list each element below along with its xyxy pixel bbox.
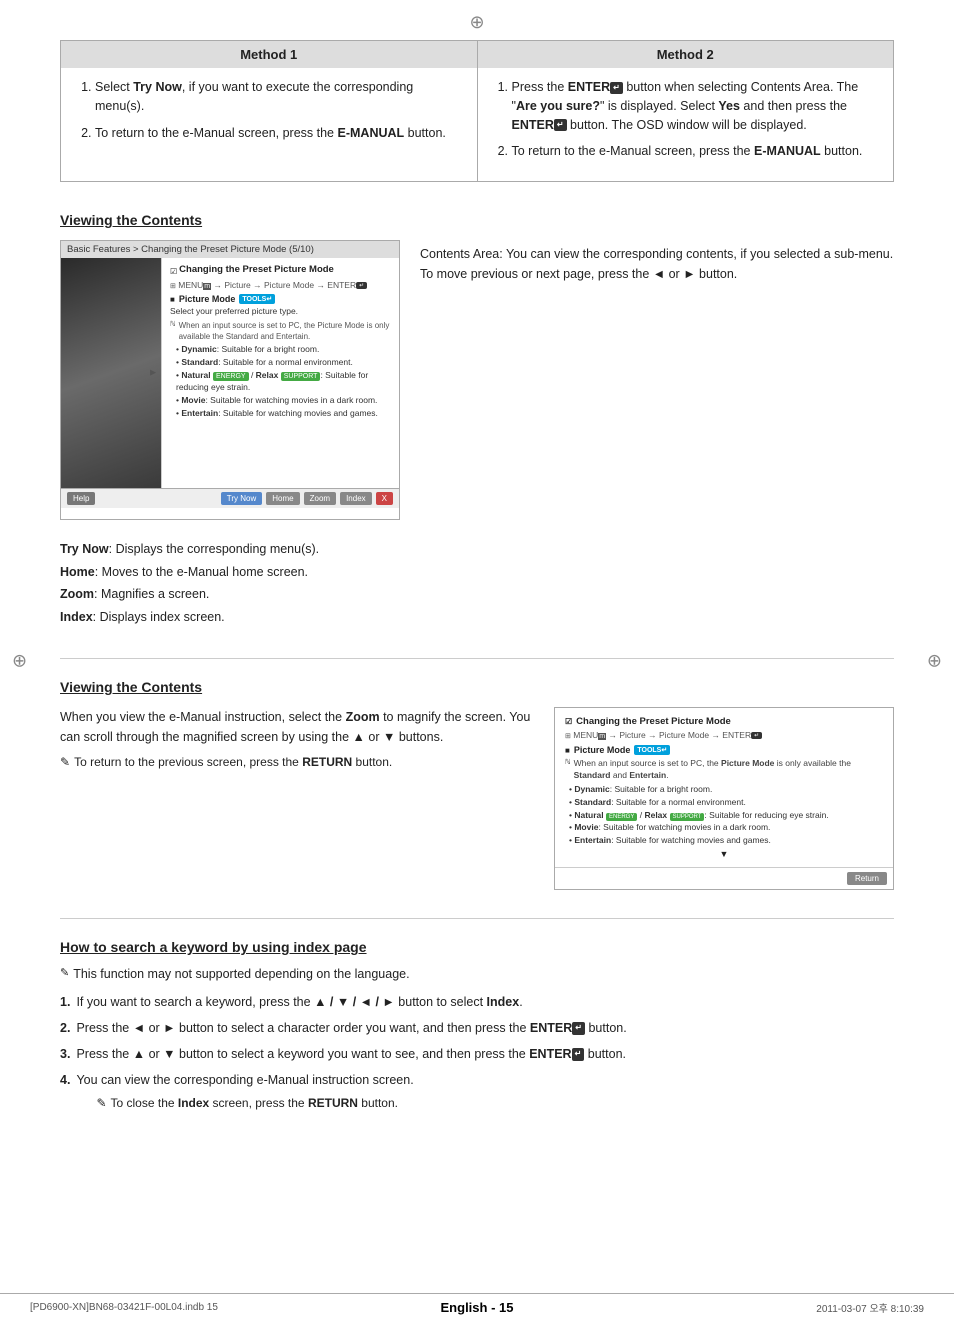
method-2-step-2: To return to the e-Manual screen, press …: [512, 142, 878, 161]
method-2-steps: Press the ENTER↵ button when selecting C…: [494, 78, 878, 161]
viewing-contents-title-1: Viewing the Contents: [60, 212, 894, 228]
emu2-menu-path: ⊞ MENUm → Picture → Picture Mode → ENTER…: [565, 730, 883, 740]
index-note-text: This function may not supported dependin…: [73, 965, 409, 984]
help-button[interactable]: Help: [67, 492, 95, 505]
viewing-contents-section-1: Viewing the Contents Basic Features > Ch…: [60, 212, 894, 628]
try-now-label: Try Now: Displays the corresponding menu…: [60, 538, 400, 561]
method-1-steps: Select Try Now, if you want to execute t…: [77, 78, 461, 142]
home-label: Home: Moves to the e-Manual home screen.: [60, 561, 400, 584]
crosshair-left-icon: ⊕: [12, 650, 27, 671]
crosshair-top-icon: ⊕: [469, 12, 484, 33]
home-button[interactable]: Home: [266, 492, 299, 505]
index-step-2: 2. Press the ◄ or ► button to select a c…: [60, 1018, 894, 1038]
emu-menu-path: ⊞ MENUm → Picture → Picture Mode → ENTER…: [170, 280, 391, 290]
emu2-note: ℕ When an input source is set to PC, the…: [565, 758, 883, 782]
method-2-header: Method 2: [478, 41, 894, 68]
vc2-layout: When you view the e-Manual instruction, …: [60, 707, 894, 890]
method-1-step-2: To return to the e-Manual screen, press …: [95, 124, 461, 143]
index-note: ✎ This function may not supported depend…: [60, 965, 894, 984]
emulator-right-content: ☑ Changing the Preset Picture Mode ⊞ MEN…: [161, 258, 399, 488]
index-search-title: How to search a keyword by using index p…: [60, 939, 894, 955]
emu-bullet-1: • Dynamic: Suitable for a bright room.: [176, 344, 391, 356]
pencil-icon: ✎: [60, 753, 70, 771]
section-divider-2: [60, 918, 894, 919]
method-2-step-1: Press the ENTER↵ button when selecting C…: [512, 78, 878, 134]
emu-select-text: Select your preferred picture type.: [170, 306, 391, 318]
emu2-body: ☑ Changing the Preset Picture Mode ⊞ MEN…: [555, 708, 893, 867]
viewing-contents-title-2: Viewing the Contents: [60, 679, 894, 695]
try-now-labels: Try Now: Displays the corresponding menu…: [60, 538, 400, 628]
return-button[interactable]: Return: [847, 872, 887, 885]
footer-left: [PD6900-XN]BN68-03421F-00L04.indb 15: [30, 1302, 328, 1313]
emu-bullet-2: • Standard: Suitable for a normal enviro…: [176, 357, 391, 369]
emu-bullet-3: • Natural ENERGY / Relax SUPPORT: Suitab…: [176, 370, 391, 394]
methods-table: Method 1 Select Try Now, if you want to …: [60, 40, 894, 182]
emulator-container: Basic Features > Changing the Preset Pic…: [60, 240, 400, 628]
index-step-4-text: You can view the corresponding e-Manual …: [76, 1070, 413, 1090]
emu2-badge: TOOLS↵: [634, 745, 670, 755]
index-search-section: How to search a keyword by using index p…: [60, 939, 894, 1112]
emu-badge: TOOLS↵: [239, 294, 275, 304]
viewing-contents-layout-1: Basic Features > Changing the Preset Pic…: [60, 240, 894, 628]
section-divider-1: [60, 658, 894, 659]
index-sub-note: ✎ To close the Index screen, press the R…: [96, 1094, 413, 1112]
method-1-header: Method 1: [61, 41, 477, 68]
vc2-note-text: To return to the previous screen, press …: [74, 753, 392, 771]
index-pencil-icon: ✎: [60, 965, 69, 984]
index-step-3: 3. Press the ▲ or ▼ button to select a k…: [60, 1044, 894, 1064]
zoom-button[interactable]: Zoom: [304, 492, 336, 505]
vc2-text: When you view the e-Manual instruction, …: [60, 707, 534, 771]
page-footer: [PD6900-XN]BN68-03421F-00L04.indb 15 Eng…: [0, 1293, 954, 1321]
emu-note-text: When an input source is set to PC, the P…: [179, 320, 391, 342]
emu2-arrow-down: ▼: [565, 849, 883, 859]
emulator-bottom-bar: Help Try Now Home Zoom Index X: [61, 488, 399, 508]
emu-bullet-5: • Entertain: Suitable for watching movie…: [176, 408, 391, 420]
footer-center: English - 15: [328, 1300, 626, 1315]
method-1-column: Method 1 Select Try Now, if you want to …: [61, 41, 478, 181]
try-now-button[interactable]: Try Now: [221, 492, 262, 505]
close-button[interactable]: X: [376, 492, 393, 505]
method-1-step-1: Select Try Now, if you want to execute t…: [95, 78, 461, 116]
emulator-image-inner: [61, 258, 161, 488]
emu2-title: ☑ Changing the Preset Picture Mode: [565, 716, 883, 727]
index-sub-pencil-icon: ✎: [96, 1094, 106, 1112]
index-label: Index: Displays index screen.: [60, 606, 400, 629]
contents-description: Contents Area: You can view the correspo…: [420, 240, 894, 284]
emu2-bottom: Return: [555, 867, 893, 889]
emu2-section: ■ Picture Mode TOOLS↵: [565, 745, 883, 755]
emu2-bullet-2: • Standard: Suitable for a normal enviro…: [569, 797, 883, 809]
emulator-body: ► ☑ Changing the Preset Picture Mode ⊞ M…: [61, 258, 399, 488]
index-step-4: 4. You can view the corresponding e-Manu…: [60, 1070, 894, 1112]
emu2-bullet-3: • Natural ENERGY / Relax SUPPORT: Suitab…: [569, 810, 883, 822]
index-steps: 1. If you want to search a keyword, pres…: [60, 992, 894, 1112]
emulator-topbar: Basic Features > Changing the Preset Pic…: [61, 241, 399, 258]
emu2-bullet-5: • Entertain: Suitable for watching movie…: [569, 835, 883, 847]
emulator-box-1: Basic Features > Changing the Preset Pic…: [60, 240, 400, 520]
emu-bullet-4: • Movie: Suitable for watching movies in…: [176, 395, 391, 407]
vc2-para-1: When you view the e-Manual instruction, …: [60, 707, 534, 747]
emu-section-label: Picture Mode: [179, 294, 236, 304]
page-wrapper: ⊕ ⊕ ⊕ Method 1 Select Try Now, if you wa…: [0, 0, 954, 1321]
emu-title: Changing the Preset Picture Mode: [179, 264, 334, 275]
contents-description-text: Contents Area: You can view the correspo…: [420, 247, 893, 281]
emulator-box-2: ☑ Changing the Preset Picture Mode ⊞ MEN…: [554, 707, 894, 890]
footer-right: 2011-03-07 오후 8:10:39: [626, 1300, 924, 1315]
zoom-label: Zoom: Magnifies a screen.: [60, 583, 400, 606]
index-button[interactable]: Index: [340, 492, 372, 505]
method-2-column: Method 2 Press the ENTER↵ button when se…: [478, 41, 894, 181]
crosshair-right-icon: ⊕: [927, 650, 942, 671]
vc2-note: ✎ To return to the previous screen, pres…: [60, 753, 534, 771]
emulator-arrow-right: ►: [148, 368, 158, 379]
emu-section-header: ■ Picture Mode TOOLS↵: [170, 294, 391, 304]
emu2-bullet-4: • Movie: Suitable for watching movies in…: [569, 822, 883, 834]
emu2-bullet-1: • Dynamic: Suitable for a bright room.: [569, 784, 883, 796]
index-step-1: 1. If you want to search a keyword, pres…: [60, 992, 894, 1012]
viewing-contents-section-2: Viewing the Contents When you view the e…: [60, 679, 894, 890]
emulator-left-image: ►: [61, 258, 161, 488]
emu-note: ℕ When an input source is set to PC, the…: [170, 320, 391, 342]
